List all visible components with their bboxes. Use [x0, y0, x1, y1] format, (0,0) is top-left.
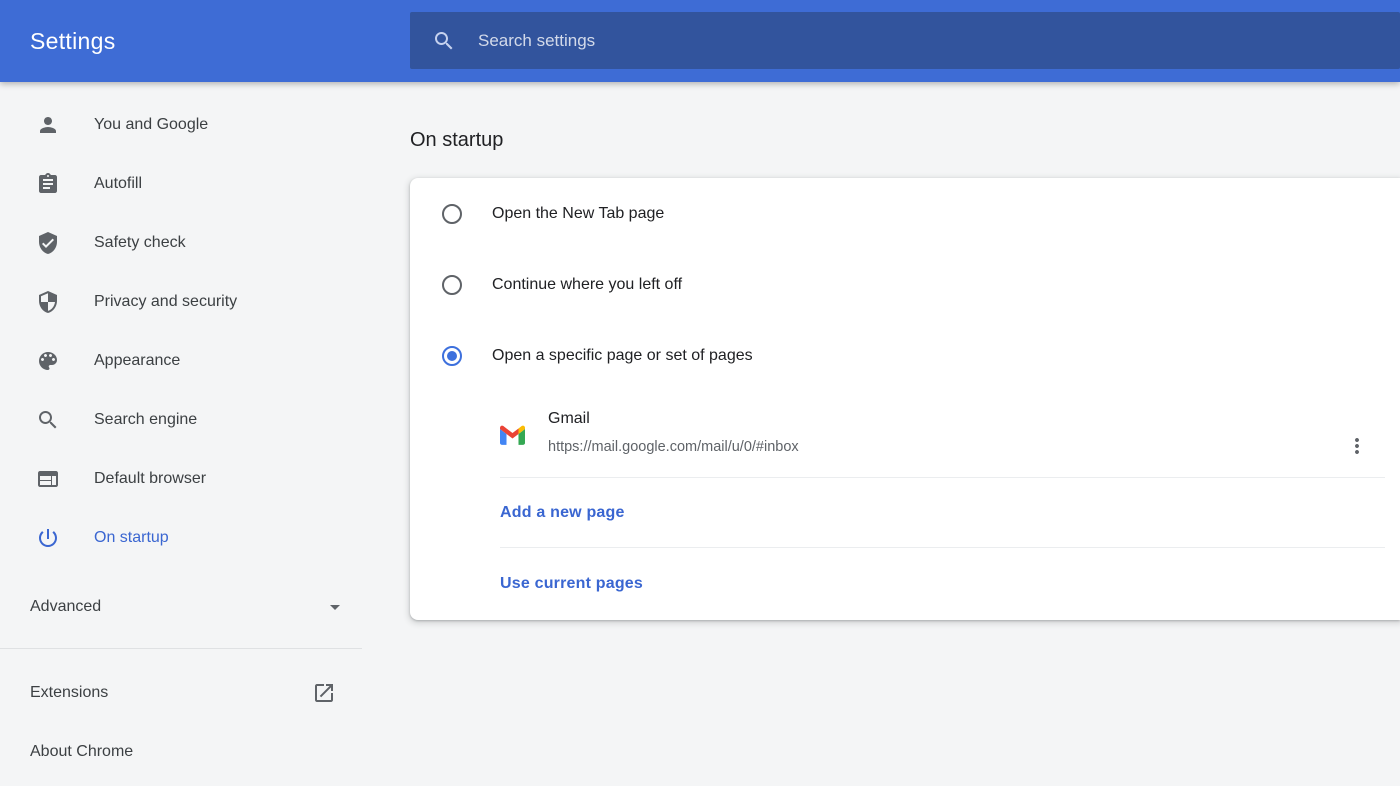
sidebar-item-autofill[interactable]: Autofill [0, 154, 362, 213]
sidebar-item-label: Autofill [94, 174, 143, 192]
browser-window-icon [36, 467, 60, 491]
radio-label: Continue where you left off [492, 275, 683, 293]
palette-icon [36, 349, 60, 373]
sidebar-item-label: Appearance [94, 351, 181, 369]
on-startup-card: Open the New Tab page Continue where you… [410, 178, 1400, 620]
sidebar-item-label: Default browser [94, 469, 207, 487]
about-chrome-label: About Chrome [30, 742, 134, 760]
add-new-page-row[interactable]: Add a new page [410, 478, 1400, 548]
startup-page-url: https://mail.google.com/mail/u/0/#inbox [548, 439, 799, 455]
sidebar-item-label: On startup [94, 528, 169, 546]
sidebar-item-privacy-and-security[interactable]: Privacy and security [0, 272, 362, 331]
startup-page-row: Gmail https://mail.google.com/mail/u/0/#… [410, 391, 1400, 478]
sidebar-item-on-startup[interactable]: On startup [0, 508, 362, 567]
clipboard-icon [36, 172, 60, 196]
use-current-pages-link[interactable]: Use current pages [500, 575, 643, 593]
sidebar-item-you-and-google[interactable]: You and Google [0, 95, 362, 154]
sidebar-item-default-browser[interactable]: Default browser [0, 449, 362, 508]
sidebar-item-label: You and Google [94, 115, 209, 133]
search-settings-box[interactable] [410, 12, 1400, 69]
search-input[interactable] [478, 30, 1400, 51]
sidebar-item-label: Safety check [94, 233, 186, 251]
radio-button-unchecked[interactable] [442, 203, 462, 224]
open-in-new-icon [312, 681, 336, 705]
radio-label: Open a specific page or set of pages [492, 346, 753, 364]
radio-button-checked[interactable] [442, 345, 462, 366]
sidebar-divider [0, 648, 362, 649]
use-current-pages-row[interactable]: Use current pages [410, 548, 1400, 620]
sidebar-item-about-chrome[interactable]: About Chrome [0, 722, 350, 781]
extensions-label: Extensions [30, 683, 109, 701]
shield-half-icon [36, 290, 60, 314]
sidebar-item-label: Search engine [94, 410, 198, 428]
radio-option-specific-pages[interactable]: Open a specific page or set of pages [410, 320, 1400, 391]
sidebar-item-search-engine[interactable]: Search engine [0, 390, 362, 449]
gmail-favicon [500, 423, 525, 448]
settings-header: Settings [0, 0, 1400, 82]
radio-label: Open the New Tab page [492, 204, 665, 222]
section-title: On startup [410, 129, 504, 151]
sidebar-item-label: Privacy and security [94, 292, 238, 310]
search-icon [36, 408, 60, 432]
sidebar-item-extensions[interactable]: Extensions [0, 663, 350, 722]
radio-option-continue[interactable]: Continue where you left off [410, 249, 1400, 320]
main-panel: On startup Open the New Tab page Continu… [410, 82, 1400, 620]
advanced-label: Advanced [30, 597, 102, 615]
sidebar-item-safety-check[interactable]: Safety check [0, 213, 362, 272]
add-new-page-link[interactable]: Add a new page [500, 504, 625, 522]
sidebar-advanced-toggle[interactable]: Advanced [0, 577, 350, 636]
shield-check-icon [36, 231, 60, 255]
content-area: You and Google Autofill Safety check Pri… [0, 82, 1400, 786]
more-options-icon[interactable] [1345, 434, 1369, 458]
search-icon [432, 29, 456, 53]
sidebar-item-appearance[interactable]: Appearance [0, 331, 362, 390]
startup-page-title: Gmail [548, 410, 590, 427]
power-icon [36, 526, 60, 550]
chevron-down-icon [323, 595, 347, 619]
person-icon [36, 113, 60, 137]
sidebar-nav: You and Google Autofill Safety check Pri… [0, 82, 410, 781]
page-title: Settings [30, 28, 116, 54]
radio-option-new-tab[interactable]: Open the New Tab page [410, 178, 1400, 249]
radio-button-unchecked[interactable] [442, 274, 462, 295]
